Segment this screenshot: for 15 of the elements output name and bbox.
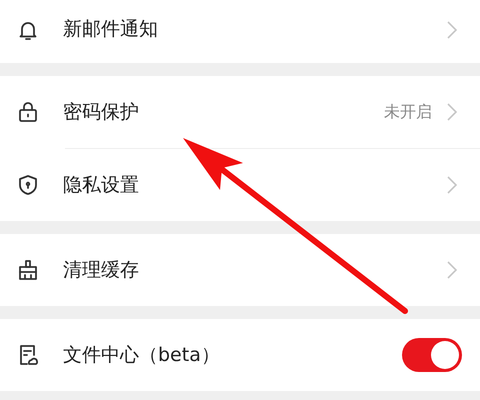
chevron-icon <box>446 175 458 195</box>
toggle-switch[interactable] <box>402 338 462 372</box>
chevron-icon <box>446 260 458 280</box>
toggle-knob <box>431 341 459 369</box>
setting-label: 密码保护 <box>63 100 139 125</box>
setting-label: 新邮件通知 <box>63 17 158 42</box>
setting-label: 隐私设置 <box>63 172 139 198</box>
chevron-icon <box>446 102 458 122</box>
setting-label: 清理缓存 <box>63 258 139 283</box>
shield-icon <box>16 173 40 197</box>
setting-label: 文件中心（beta） <box>63 342 220 368</box>
chevron-icon <box>446 20 458 40</box>
setting-value: 未开启 <box>384 101 432 123</box>
lock-icon <box>16 100 40 124</box>
broom-icon <box>16 258 40 282</box>
